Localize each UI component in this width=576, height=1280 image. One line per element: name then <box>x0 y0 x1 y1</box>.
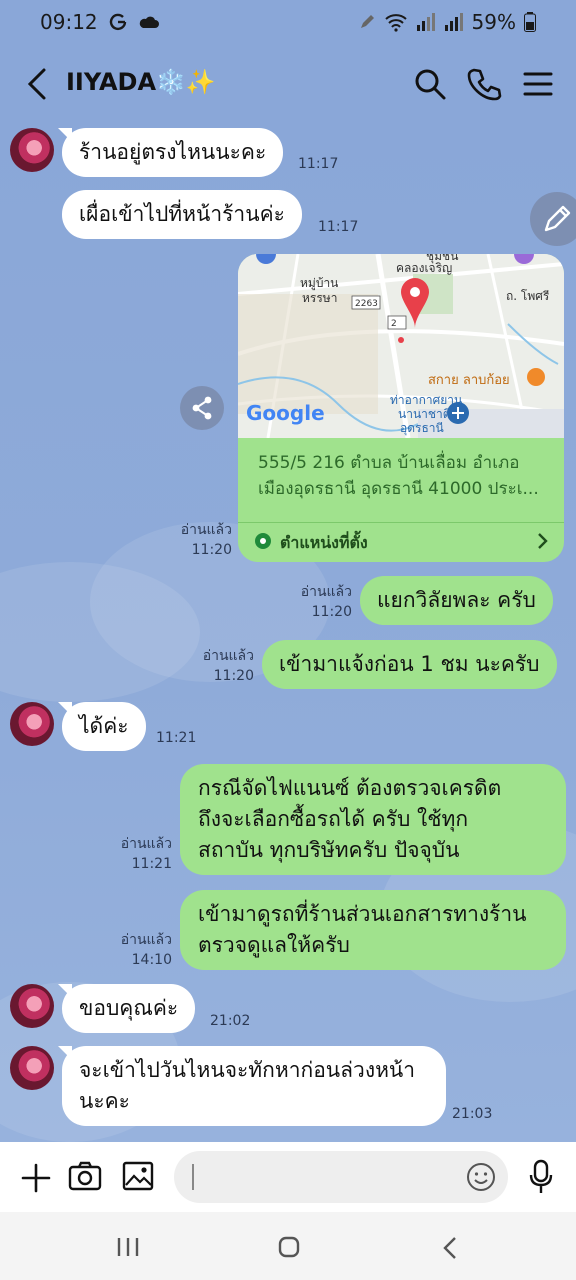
map-label-shop: สกาย ลาบก้อย <box>428 373 510 388</box>
battery-level: 59% <box>471 10 516 34</box>
location-link[interactable]: ตำแหน่งที่ตั้ง <box>280 531 368 556</box>
camera-icon[interactable] <box>68 1160 102 1192</box>
message-time: 11:20 <box>191 542 232 558</box>
signal-icon <box>416 13 435 31</box>
google-g-icon <box>109 13 126 31</box>
incoming-message[interactable]: ร้านอยู่ตรงไหนนะคะ <box>62 128 284 177</box>
share-button[interactable] <box>180 386 224 430</box>
map-label-airport2: นานาชาติ <box>398 407 451 421</box>
message-time: 11:20 <box>311 604 352 620</box>
location-card[interactable]: หมู่บ้าน หรรษา ชุมชน คลองเจริญ 2263 2 ถ.… <box>238 254 564 562</box>
message-time: 11:21 <box>131 856 172 872</box>
address-line-2: เมืองอุดรธานี อุดรธานี 41000 ประเ... <box>258 479 539 499</box>
map-label-village: หมู่บ้าน <box>300 276 338 291</box>
back-nav-icon[interactable] <box>442 1236 458 1260</box>
system-nav-bar <box>0 1212 576 1280</box>
message-time: 14:10 <box>131 952 172 968</box>
outgoing-message[interactable]: กรณีจัดไฟแนนซ์ ต้องตรวจเครดิต ถึงจะเลือก… <box>180 764 566 875</box>
message-line: ตรวจดูแลให้ครับ <box>198 933 350 957</box>
chat-title[interactable]: IIYADA❄️✨ <box>66 68 216 96</box>
map-road-number-2: 2 <box>391 319 397 329</box>
image-icon[interactable] <box>122 1161 154 1191</box>
read-receipt: อ่านแล้ว <box>120 932 172 948</box>
cloud-icon <box>139 16 159 28</box>
outgoing-message[interactable]: แยกวิลัยพละ ครับ <box>360 576 553 625</box>
message-line: ถึงจะเลือกซื้อรถได้ ครับ ใช้ทุก <box>198 807 469 831</box>
outgoing-message[interactable]: เข้ามาแจ้งก่อน 1 ชม นะครับ <box>262 640 557 689</box>
map-label-airport3: อุดรธานี <box>400 421 444 436</box>
emoji-icon[interactable] <box>466 1162 496 1192</box>
outgoing-message[interactable]: เข้ามาดูรถที่ร้านส่วนเอกสารทางร้าน ตรวจด… <box>180 890 566 970</box>
read-receipt: อ่านแล้ว <box>180 522 232 538</box>
battery-icon <box>524 12 536 32</box>
wifi-icon <box>384 14 407 32</box>
google-logo: Google <box>246 401 325 425</box>
message-time: 21:03 <box>452 1106 493 1122</box>
signal-icon-2 <box>444 13 463 31</box>
location-pin-icon <box>255 533 271 549</box>
avatar[interactable] <box>10 128 54 172</box>
message-line: นะคะ <box>79 1089 130 1113</box>
message-input-bar <box>0 1142 576 1212</box>
message-input[interactable] <box>174 1151 508 1203</box>
back-arrow-icon[interactable] <box>22 66 54 102</box>
message-time: 11:17 <box>318 219 359 235</box>
map-preview[interactable]: หมู่บ้าน หรรษา ชุมชน คลองเจริญ 2263 2 ถ.… <box>238 254 564 438</box>
read-receipt: อ่านแล้ว <box>300 584 352 600</box>
search-icon[interactable] <box>412 66 448 102</box>
chevron-right-icon[interactable] <box>536 532 550 550</box>
text-cursor <box>192 1164 194 1190</box>
incoming-message[interactable]: ได้ค่ะ <box>62 702 146 751</box>
read-receipt: อ่านแล้ว <box>202 648 254 664</box>
read-receipt: อ่านแล้ว <box>120 836 172 852</box>
message-time: 11:17 <box>298 156 339 172</box>
message-line: สถาบัน ทุกบริษัทครับ ปัจจุบัน <box>198 838 460 862</box>
message-line: จะเข้าไปวันไหนจะทักหาก่อนล่วงหน้า <box>79 1058 416 1082</box>
phone-icon[interactable] <box>466 66 502 102</box>
edit-floating-button[interactable] <box>530 192 576 246</box>
message-line: เข้ามาดูรถที่ร้านส่วนเอกสารทางร้าน <box>198 902 527 926</box>
location-address: 555/5 216 ตำบล บ้านเลื่อม อำเภอ เมืองอุด… <box>258 450 548 502</box>
message-time: 11:21 <box>156 730 197 746</box>
status-time: 09:12 <box>40 10 98 34</box>
address-line-1: 555/5 216 ตำบล บ้านเลื่อม อำเภอ <box>258 453 520 473</box>
incoming-message[interactable]: เผื่อเข้าไปที่หน้าร้านค่ะ <box>62 190 302 239</box>
map-label-road: ถ. โพศรี <box>506 289 550 303</box>
avatar[interactable] <box>10 984 54 1028</box>
message-time: 21:02 <box>210 1013 251 1029</box>
pencil-icon <box>544 205 571 232</box>
avatar[interactable] <box>10 702 54 746</box>
menu-icon[interactable] <box>520 66 556 102</box>
divider <box>238 522 564 523</box>
share-icon <box>192 396 212 420</box>
message-time: 11:20 <box>213 668 254 684</box>
recent-apps-icon[interactable] <box>116 1236 140 1258</box>
microphone-icon[interactable] <box>528 1159 554 1195</box>
map-label-village2: หรรษา <box>302 291 337 305</box>
map-label-community2: คลองเจริญ <box>396 261 452 275</box>
map-road-number: 2263 <box>355 299 378 309</box>
incoming-message[interactable]: ขอบคุณค่ะ <box>62 984 196 1033</box>
chat-header: IIYADA❄️✨ <box>0 44 576 122</box>
pen-status-icon <box>360 15 374 28</box>
message-line: กรณีจัดไฟแนนซ์ ต้องตรวจเครดิต <box>198 776 502 800</box>
home-icon[interactable] <box>278 1236 300 1258</box>
avatar[interactable] <box>10 1046 54 1090</box>
status-bar: 09:12 59% <box>0 0 576 44</box>
incoming-message[interactable]: จะเข้าไปวันไหนจะทักหาก่อนล่วงหน้า นะคะ <box>62 1046 446 1126</box>
plus-icon[interactable] <box>20 1162 52 1194</box>
